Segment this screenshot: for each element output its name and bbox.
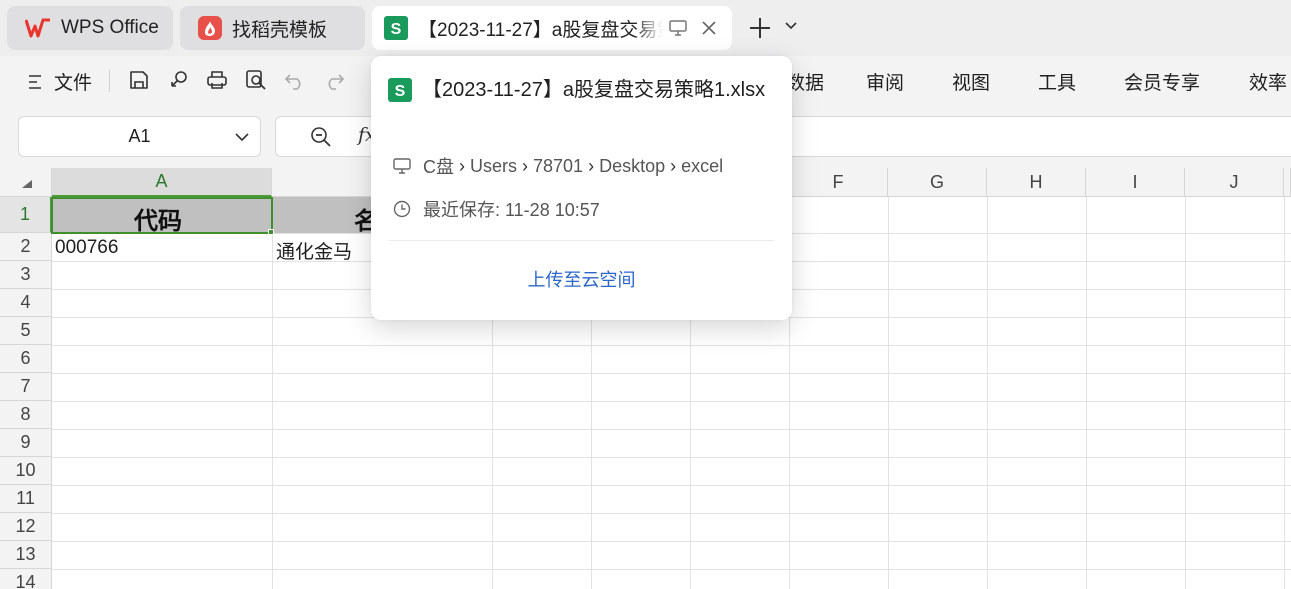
row-header-10[interactable]: 10 [0,457,52,485]
menu-lines-icon [28,74,42,90]
menu-item-view[interactable]: 视图 [952,68,990,95]
docer-logo-icon [198,16,222,40]
path-segment: 78701 [533,155,584,176]
tab-template[interactable]: 找稻壳模板 [180,6,365,50]
row-header-9[interactable]: 9 [0,429,52,457]
chevron-right-icon: › [588,155,595,176]
gridline [1086,197,1087,589]
gridline [52,485,1291,486]
selected-cell-outline [51,197,273,234]
file-info-popup: S 【2023-11-27】a股复盘交易策略1.xlsx C盘 › Users › … [371,56,792,320]
wps-logo-icon [25,18,51,38]
tab-label: WPS Office [61,17,159,38]
gridline [888,197,889,589]
gridline [52,429,1291,430]
close-icon[interactable] [701,20,717,36]
column-header-I[interactable]: I [1086,168,1185,197]
gridline [52,373,1291,374]
toolbar-divider [109,70,110,92]
print-icon[interactable] [204,67,230,93]
computer-icon [393,158,411,174]
row-header-2[interactable]: 2 [0,233,52,261]
row-header-7[interactable]: 7 [0,373,52,401]
gridline [52,457,1291,458]
monitor-icon [669,20,687,36]
last-saved-row: 最近保存: 11-28 10:57 [393,196,600,222]
name-box[interactable]: A1 [18,116,261,157]
tab-label: 找稻壳模板 [232,19,328,41]
column-header-H[interactable]: H [987,168,1086,197]
row-header-6[interactable]: 6 [0,345,52,373]
new-tab-plus-icon[interactable] [748,16,772,40]
tab-bar: WPS Office 找稻壳模板 S 【2023-11-27】a股复盘交易策略1… [0,0,1291,56]
select-all-corner[interactable] [0,168,52,197]
row-header-11[interactable]: 11 [0,485,52,513]
menu-item-tools[interactable]: 工具 [1038,68,1076,95]
gridline [987,197,988,589]
file-menu-label: 文件 [54,73,93,94]
chevron-right-icon: › [670,155,677,176]
upload-to-cloud-link[interactable]: 上传至云空间 [371,266,792,292]
row-header-1[interactable]: 1 [0,197,52,233]
last-saved-text: 最近保存: 11-28 10:57 [423,200,600,220]
chevron-down-icon[interactable] [785,20,797,30]
undo-icon[interactable] [282,67,308,93]
gridline [52,541,1291,542]
row-header-8[interactable]: 8 [0,401,52,429]
column-header-J[interactable]: J [1185,168,1284,197]
row-header-3[interactable]: 3 [0,261,52,289]
share-link-icon[interactable] [166,67,192,93]
svg-text:S: S [395,83,406,100]
file-path: C盘 › Users › 78701 › Desktop › excel [393,153,723,179]
tab-wps-office[interactable]: WPS Office [7,6,173,50]
gridline [272,197,273,589]
path-segment: Desktop [599,155,666,176]
zoom-magnifier-icon[interactable] [310,126,332,148]
row-header-4[interactable]: 4 [0,289,52,317]
column-header-F[interactable]: F [789,168,888,197]
column-header-partial [1284,168,1291,197]
chevron-down-icon[interactable] [234,129,250,145]
gridline [52,401,1291,402]
path-segment: C盘 [423,157,454,177]
save-icon[interactable] [126,67,152,93]
path-segment: Users [470,155,518,176]
svg-text:S: S [391,21,402,38]
chevron-right-icon: › [459,155,465,176]
column-header-A[interactable]: A [52,168,272,197]
fill-handle[interactable] [268,229,274,235]
row-header-5[interactable]: 5 [0,317,52,345]
column-header-G[interactable]: G [888,168,987,197]
gridline [52,569,1291,570]
spreadsheet-icon: S [388,78,412,102]
spreadsheet-icon: S [384,16,408,40]
gridline [1185,197,1186,589]
gridline [52,513,1291,514]
redo-icon[interactable] [321,67,347,93]
print-preview-icon[interactable] [243,67,269,93]
name-box-value: A1 [128,126,151,146]
tab-label: 【2023-11-27】a股复盘交易策略1.xlsx [418,19,663,41]
chevron-right-icon: › [522,155,529,176]
menu-item-efficiency[interactable]: 效率 [1249,68,1287,95]
cell-A2[interactable]: 000766 [55,237,118,259]
cell-B2[interactable]: 通化金马 [276,237,352,264]
popup-file-name: 【2023-11-27】a股复盘交易策略1.xlsx [422,79,766,101]
menu-item-member[interactable]: 会员专享 [1124,68,1200,95]
tab-active-document[interactable]: S 【2023-11-27】a股复盘交易策略1.xlsx [372,6,732,50]
clock-icon [393,200,411,218]
popup-divider [389,240,774,241]
row-header-12[interactable]: 12 [0,513,52,541]
file-menu-button[interactable]: 文件 [28,68,92,95]
row-header-14[interactable]: 14 [0,569,52,589]
path-segment: excel [681,155,724,176]
row-header-13[interactable]: 13 [0,541,52,569]
gridline [52,345,1291,346]
gridline [1284,197,1285,589]
menu-item-review[interactable]: 审阅 [866,68,904,95]
